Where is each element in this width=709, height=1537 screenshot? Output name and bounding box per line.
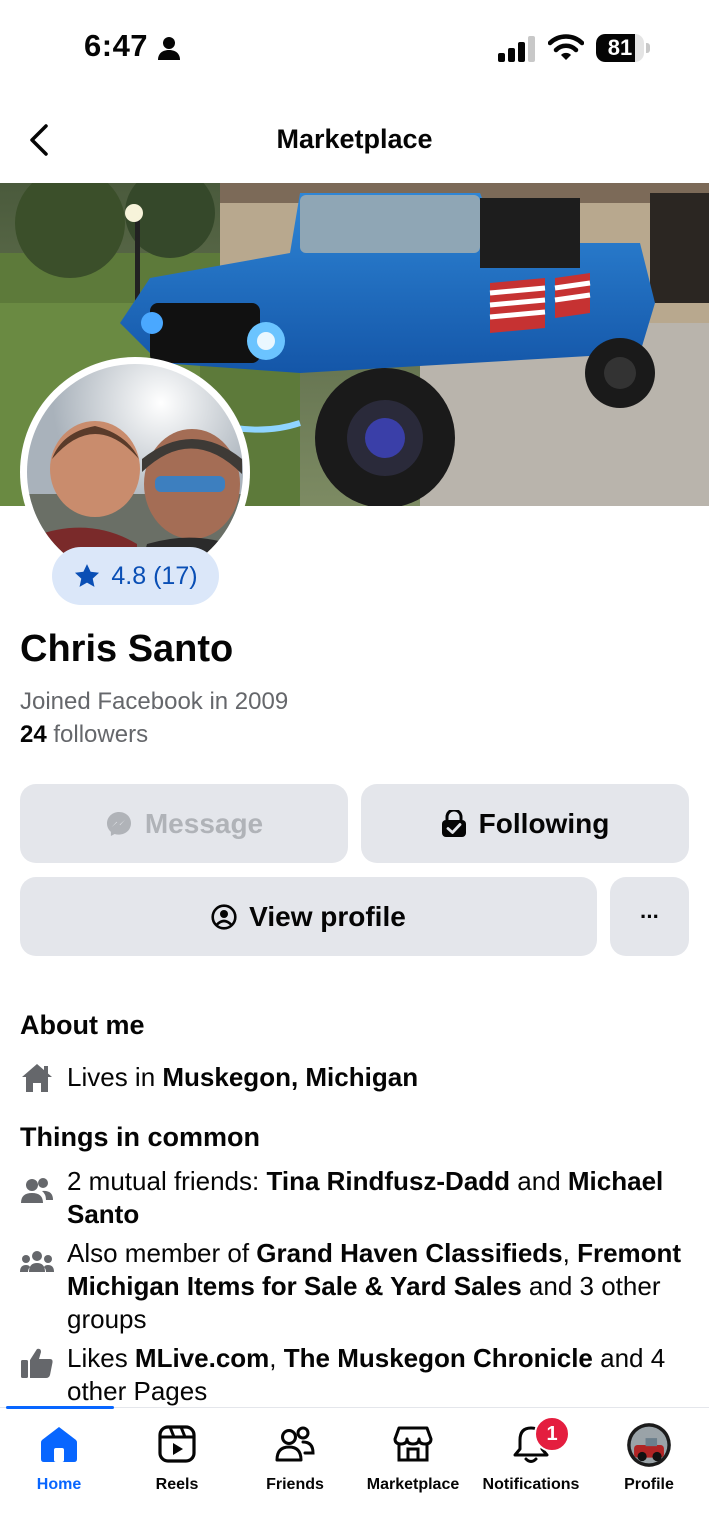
followers-label: followers bbox=[53, 721, 149, 748]
reels-icon bbox=[158, 1425, 196, 1463]
groups-comma: , bbox=[562, 1238, 578, 1268]
tab-friends-label: Friends bbox=[266, 1476, 324, 1493]
bottom-tab-bar: Home Reels Friends Marketplace Notificat… bbox=[0, 1407, 709, 1537]
liked-pages-row: Likes MLive.com, The Muskegon Chronicle … bbox=[20, 1342, 700, 1408]
back-button[interactable] bbox=[22, 118, 62, 162]
groups-prefix: Also member of bbox=[67, 1238, 257, 1268]
view-profile-label: View profile bbox=[249, 900, 406, 932]
person-icon bbox=[158, 37, 180, 60]
following-button[interactable]: Following bbox=[361, 784, 689, 863]
view-profile-button[interactable]: View profile bbox=[20, 877, 597, 956]
star-icon bbox=[75, 564, 100, 587]
tab-notifications[interactable]: Notifications bbox=[472, 1408, 590, 1518]
people-icon bbox=[21, 1178, 53, 1203]
about-me-heading: About me bbox=[20, 1010, 145, 1040]
joined-date: Joined Facebook in 2009 bbox=[20, 688, 289, 715]
tab-notifications-label: Notifications bbox=[482, 1476, 580, 1493]
status-time: 6:47 bbox=[84, 28, 149, 63]
mutual-groups-row: Also member of Grand Haven Classifieds, … bbox=[20, 1237, 700, 1336]
page-title: Marketplace bbox=[276, 124, 433, 154]
friends-icon bbox=[275, 1426, 315, 1462]
thumbs-up-icon bbox=[21, 1348, 53, 1378]
friends-prefix: 2 mutual friends: bbox=[67, 1166, 267, 1196]
tab-profile[interactable]: Profile bbox=[590, 1408, 708, 1518]
lock-check-icon bbox=[441, 809, 466, 837]
user-circle-icon bbox=[211, 903, 237, 930]
wifi-icon bbox=[548, 34, 584, 60]
messenger-icon bbox=[106, 811, 131, 836]
seller-name: Chris Santo bbox=[20, 628, 234, 670]
battery-percent: 81 bbox=[607, 35, 633, 60]
seller-rating-button[interactable]: 4.8 (17) bbox=[52, 547, 219, 605]
rating-text: 4.8 (17) bbox=[111, 561, 198, 590]
likes-prefix: Likes bbox=[67, 1343, 135, 1373]
likes-comma: , bbox=[269, 1343, 284, 1373]
friends-and: and bbox=[510, 1166, 568, 1196]
lives-in-row: Lives in Muskegon, Michigan bbox=[20, 1061, 700, 1095]
message-button-label: Message bbox=[144, 807, 264, 839]
tab-friends[interactable]: Friends bbox=[236, 1408, 354, 1518]
lives-location[interactable]: Muskegon, Michigan bbox=[162, 1062, 418, 1092]
followers-count[interactable]: 24 followers bbox=[20, 721, 148, 749]
cellular-signal-icon bbox=[498, 36, 535, 62]
followers-number: 24 bbox=[20, 721, 47, 748]
house-icon bbox=[22, 1064, 52, 1092]
mutual-friend-link-1[interactable]: Tina Rindfusz-Dadd bbox=[266, 1166, 510, 1196]
message-button[interactable]: Message bbox=[20, 784, 348, 863]
notifications-badge: 1 bbox=[534, 1416, 570, 1452]
tab-home[interactable]: Home bbox=[0, 1408, 118, 1518]
more-options-icon: ··· bbox=[640, 903, 660, 929]
tab-reels-label: Reels bbox=[155, 1476, 199, 1493]
liked-page-link-1[interactable]: MLive.com bbox=[135, 1343, 269, 1373]
battery-indicator: 81 bbox=[596, 34, 652, 62]
more-options-button[interactable]: ··· bbox=[610, 877, 689, 956]
liked-page-link-2[interactable]: The Muskegon Chronicle bbox=[284, 1343, 593, 1373]
things-in-common-heading: Things in common bbox=[20, 1122, 260, 1152]
groups-icon bbox=[20, 1251, 54, 1272]
tab-reels[interactable]: Reels bbox=[118, 1408, 236, 1518]
following-button-label: Following bbox=[478, 807, 610, 839]
marketplace-icon bbox=[393, 1426, 433, 1462]
tab-profile-label: Profile bbox=[624, 1476, 674, 1493]
active-tab-indicator bbox=[6, 1406, 114, 1409]
profile-avatar-icon bbox=[627, 1423, 671, 1467]
tab-marketplace-label: Marketplace bbox=[366, 1476, 460, 1493]
tab-marketplace[interactable]: Marketplace bbox=[354, 1408, 472, 1518]
group-link-1[interactable]: Grand Haven Classifieds bbox=[256, 1238, 562, 1268]
home-icon bbox=[41, 1427, 77, 1462]
tab-home-label: Home bbox=[36, 1476, 82, 1493]
mutual-friends-row: 2 mutual friends: Tina Rindfusz-Dadd and… bbox=[20, 1165, 700, 1231]
lives-prefix: Lives in bbox=[67, 1062, 163, 1092]
